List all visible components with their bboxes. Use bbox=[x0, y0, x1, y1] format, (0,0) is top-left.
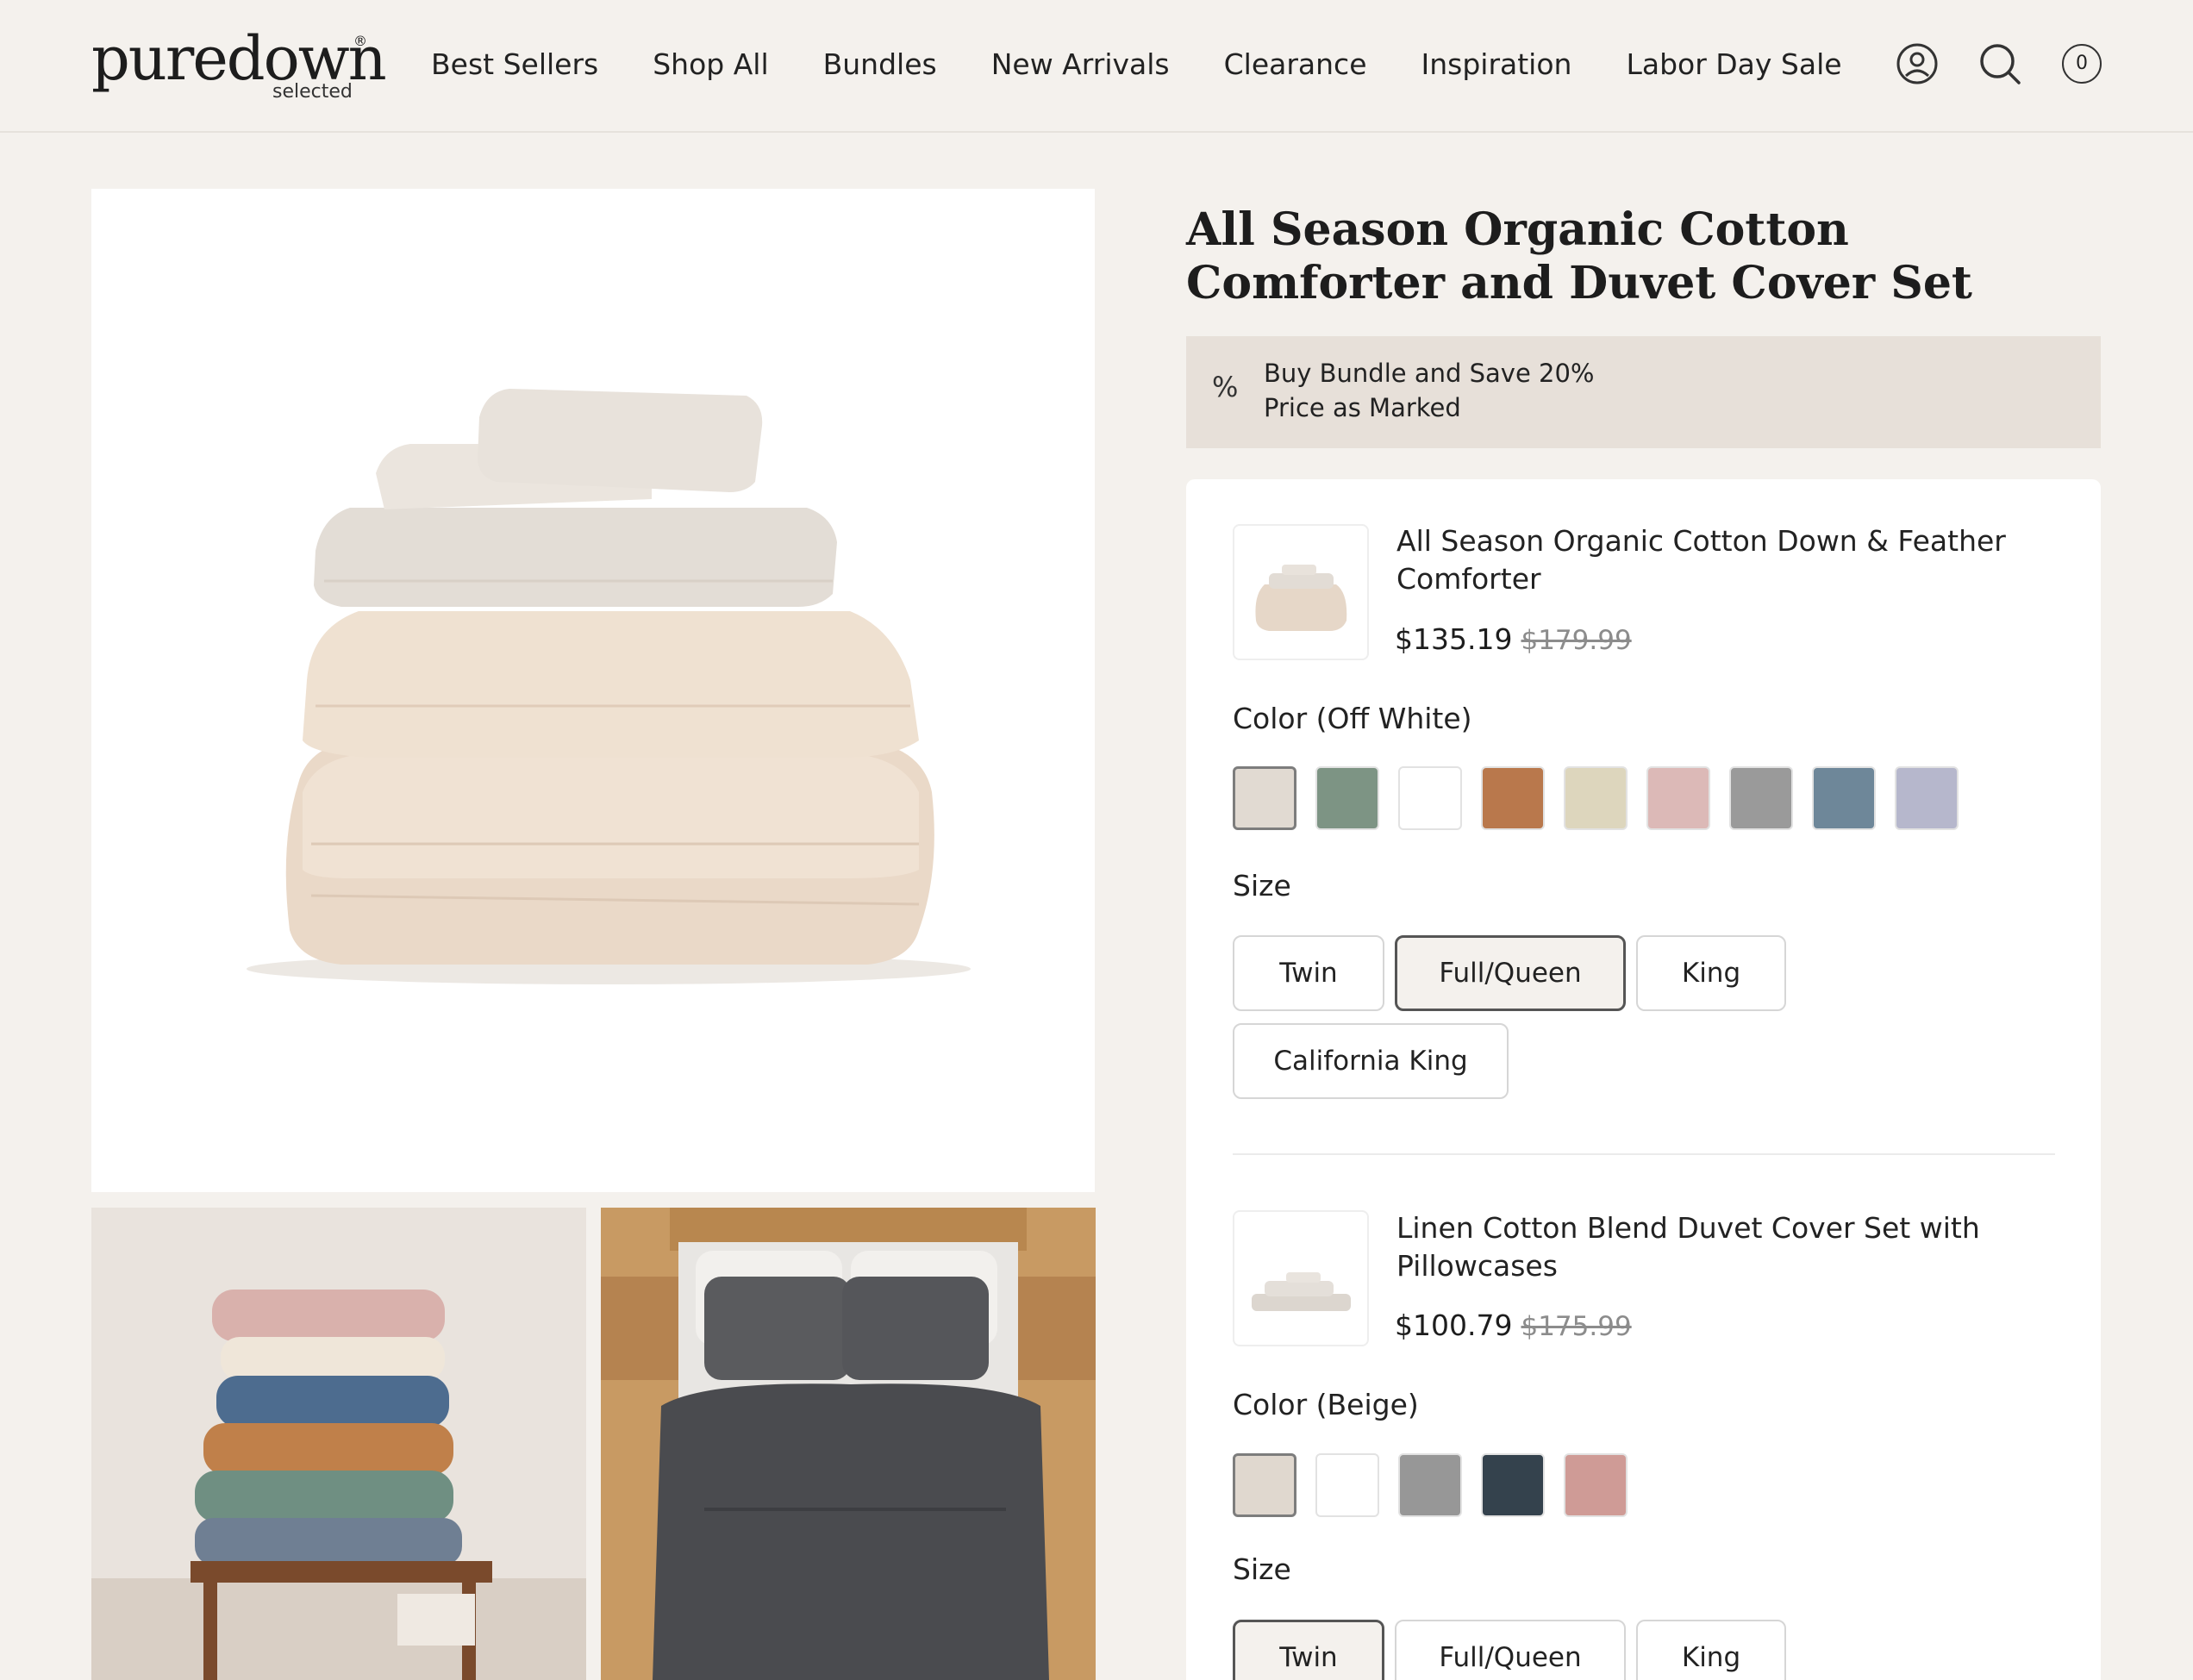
swatch-cream[interactable] bbox=[1564, 766, 1628, 830]
swatch-gray[interactable] bbox=[1729, 766, 1793, 830]
swatch-lavender[interactable] bbox=[1895, 766, 1959, 830]
swatch-rose[interactable] bbox=[1564, 1453, 1628, 1517]
swatch-rust[interactable] bbox=[1481, 766, 1545, 830]
cart-icon[interactable]: 0 bbox=[2059, 41, 2104, 86]
item2-price: $100.79 bbox=[1395, 1308, 1513, 1342]
cart-count: 0 bbox=[2062, 44, 2102, 84]
duvet-set-thumbnail[interactable] bbox=[1233, 1210, 1369, 1346]
swatch-off-white[interactable] bbox=[1233, 766, 1296, 830]
lifestyle-image-stacked-comforters[interactable] bbox=[91, 1208, 586, 1680]
item1-name[interactable]: All Season Organic Cotton Down & Feather… bbox=[1396, 522, 2034, 598]
logo[interactable]: puredown ® selected bbox=[91, 24, 387, 107]
nav-new-arrivals[interactable]: New Arrivals bbox=[991, 43, 1170, 86]
item-divider bbox=[1233, 1153, 2055, 1155]
nav-best-sellers[interactable]: Best Sellers bbox=[431, 43, 598, 86]
percent-icon: % bbox=[1212, 371, 1239, 403]
item1-price: $135.19 bbox=[1395, 622, 1513, 656]
item1-color-swatches bbox=[1233, 766, 1977, 830]
logo-subtitle: selected bbox=[272, 81, 353, 103]
swatch-blush[interactable] bbox=[1646, 766, 1710, 830]
item2-color-label: Color (Beige) bbox=[1233, 1388, 1419, 1421]
swatch-beige[interactable] bbox=[1233, 1453, 1296, 1517]
item2-size-twin[interactable]: Twin bbox=[1233, 1620, 1384, 1680]
item2-name[interactable]: Linen Cotton Blend Duvet Cover Set with … bbox=[1396, 1209, 2034, 1285]
item1-size-california-king[interactable]: California King bbox=[1233, 1023, 1509, 1099]
main-nav: Best Sellers Shop All Bundles New Arriva… bbox=[431, 43, 1896, 86]
main-product-image[interactable] bbox=[91, 189, 1095, 1192]
comforter-thumbnail[interactable] bbox=[1233, 524, 1369, 660]
item2-price-row: $100.79 $175.99 bbox=[1395, 1308, 1632, 1342]
promo-headline: Buy Bundle and Save 20% bbox=[1264, 359, 1595, 388]
item2-size-label: Size bbox=[1233, 1552, 1291, 1586]
item1-color-label: Color (Off White) bbox=[1233, 702, 1472, 735]
item1-size-king[interactable]: King bbox=[1636, 935, 1786, 1011]
item2-size-king[interactable]: King bbox=[1636, 1620, 1786, 1680]
nav-labor-day-sale[interactable]: Labor Day Sale bbox=[1626, 43, 1841, 86]
swatch-sage[interactable] bbox=[1315, 766, 1379, 830]
item1-original-price: $179.99 bbox=[1521, 625, 1632, 656]
nav-inspiration[interactable]: Inspiration bbox=[1421, 43, 1572, 86]
swatch-white[interactable] bbox=[1315, 1453, 1379, 1517]
lifestyle-image-dark-duvet-bed[interactable] bbox=[601, 1208, 1096, 1680]
item2-color-swatches bbox=[1233, 1453, 1646, 1517]
item1-price-row: $135.19 $179.99 bbox=[1395, 622, 1632, 656]
swatch-gray[interactable] bbox=[1398, 1453, 1462, 1517]
logo-registered-mark: ® bbox=[353, 33, 367, 49]
promo-subtext: Price as Marked bbox=[1264, 393, 1461, 422]
product-title: All Season Organic Cotton Comforter and … bbox=[1186, 203, 1972, 309]
item1-size-twin[interactable]: Twin bbox=[1233, 935, 1384, 1011]
swatch-white[interactable] bbox=[1398, 766, 1462, 830]
item1-size-label: Size bbox=[1233, 869, 1291, 902]
item2-original-price: $175.99 bbox=[1521, 1311, 1632, 1342]
nav-bundles[interactable]: Bundles bbox=[823, 43, 937, 86]
nav-shop-all[interactable]: Shop All bbox=[653, 43, 768, 86]
item1-size-full-queen[interactable]: Full/Queen bbox=[1395, 935, 1626, 1011]
item2-size-full-queen[interactable]: Full/Queen bbox=[1395, 1620, 1626, 1680]
bundle-items-card: All Season Organic Cotton Down & Feather… bbox=[1186, 479, 2101, 1680]
search-icon[interactable] bbox=[1977, 41, 2022, 86]
swatch-navy[interactable] bbox=[1481, 1453, 1545, 1517]
account-icon[interactable] bbox=[1895, 41, 1940, 86]
swatch-slate-blue[interactable] bbox=[1812, 766, 1876, 830]
bundle-promo-banner: % Buy Bundle and Save 20% Price as Marke… bbox=[1186, 336, 2101, 448]
nav-clearance[interactable]: Clearance bbox=[1224, 43, 1367, 86]
site-header: puredown ® selected Best Sellers Shop Al… bbox=[0, 0, 2193, 133]
